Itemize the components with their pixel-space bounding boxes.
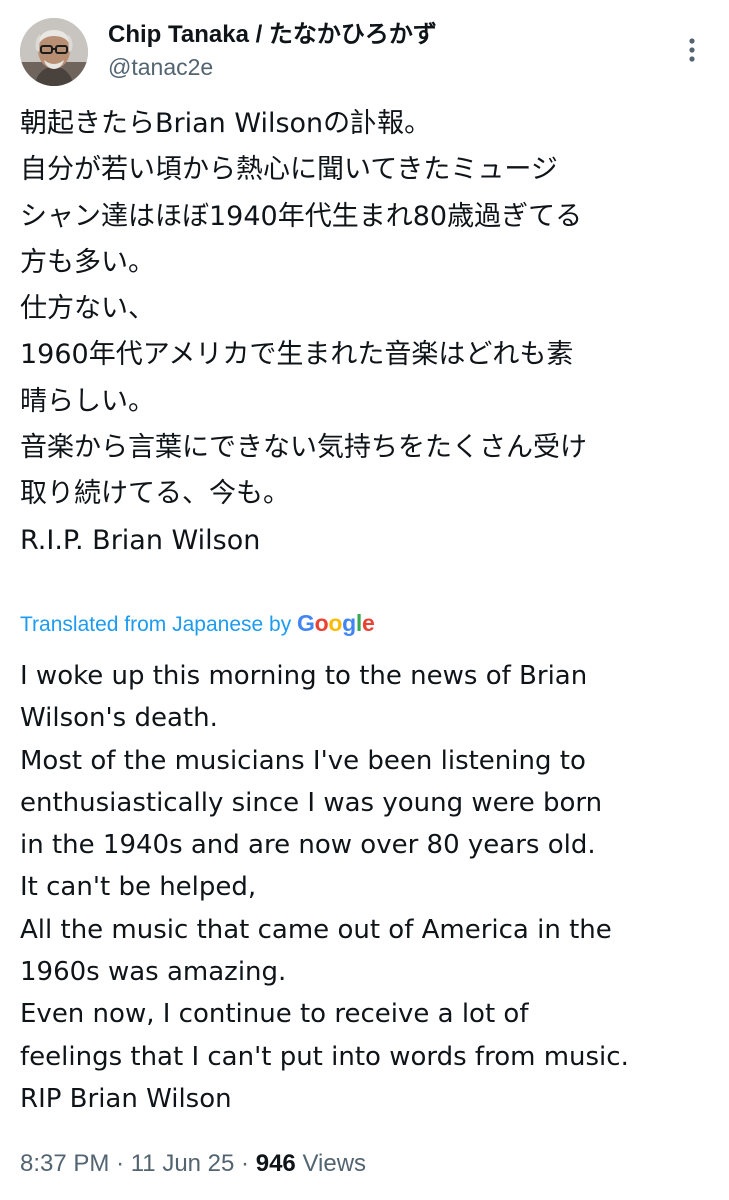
tweet-meta: 8:37 PM · 11 Jun 25 · 946 Views	[20, 1148, 366, 1180]
translation-line: All the music that came out of America i…	[20, 914, 612, 945]
google-logo: Google	[297, 610, 375, 636]
translation-line: 1960s was amazing.	[20, 957, 287, 988]
meta-separator: ·	[241, 1150, 250, 1177]
translation-line: Most of the musicians I've been listenin…	[20, 745, 586, 776]
author-block: Chip Tanaka / たなかひろかず @tanac2e	[108, 20, 437, 82]
tweet-text-line: 1960年代アメリカで生まれた音楽はどれも素	[20, 339, 574, 371]
meta-separator: ·	[116, 1150, 125, 1177]
tweet-text-line: 仕方ない、	[20, 293, 155, 325]
tweet-text-translation: I woke up this morning to the news of Br…	[20, 655, 710, 1120]
tweet-text-line: 方も多い。	[20, 246, 155, 278]
tweet-text-line: 朝起きたらBrian Wilsonの訃報。	[20, 108, 432, 139]
translation-line: enthusiastically since I was young were …	[20, 787, 603, 818]
tweet-text-line: R.I.P. Brian Wilson	[20, 524, 261, 556]
translation-line: Wilson's death.	[20, 703, 218, 734]
more-vertical-icon	[689, 38, 695, 62]
translation-line: feelings that I can't put into words fro…	[20, 1041, 629, 1072]
translation-line: Even now, I continue to receive a lot of	[20, 999, 529, 1030]
post-time[interactable]: 8:37 PM	[20, 1150, 109, 1177]
tweet-text-line: シャン達はほぼ1940年代生まれ80歳過ぎてる	[20, 200, 583, 232]
views-label: Views	[302, 1150, 367, 1177]
tweet-text-line: 晴らしい。	[20, 385, 155, 417]
author-handle[interactable]: @tanac2e	[108, 52, 437, 82]
tweet-text-line: 音楽から言葉にできない気持ちをたくさん受け	[20, 432, 587, 464]
translation-line: in the 1940s and are now over 80 years o…	[20, 830, 596, 861]
tweet-text-line: 取り続けてる、今も。	[20, 478, 290, 510]
tweet-header: Chip Tanaka / たなかひろかず @tanac2e	[20, 18, 710, 88]
tweet: Chip Tanaka / たなかひろかず @tanac2e 朝起きたらBria…	[0, 0, 729, 1200]
more-options-button[interactable]	[674, 32, 710, 68]
translated-from-label: Translated from Japanese by	[20, 613, 292, 636]
translation-line: It can't be helped,	[20, 872, 257, 903]
author-display-name[interactable]: Chip Tanaka / たなかひろかず	[108, 20, 437, 50]
views-count: 946	[255, 1150, 296, 1177]
post-date[interactable]: 11 Jun 25	[131, 1150, 235, 1177]
translation-line: I woke up this morning to the news of Br…	[20, 661, 588, 691]
avatar-image	[20, 18, 88, 86]
tweet-text-original: 朝起きたらBrian Wilsonの訃報。 自分が若い頃から熱心に聞いてきたミュ…	[20, 101, 710, 564]
tweet-text-line: 自分が若い頃から熱心に聞いてきたミュージ	[20, 154, 558, 186]
translated-from-link[interactable]: Translated from Japanese by Google	[20, 608, 375, 640]
avatar[interactable]	[20, 18, 88, 86]
translation-line: RIP Brian Wilson	[20, 1083, 232, 1114]
